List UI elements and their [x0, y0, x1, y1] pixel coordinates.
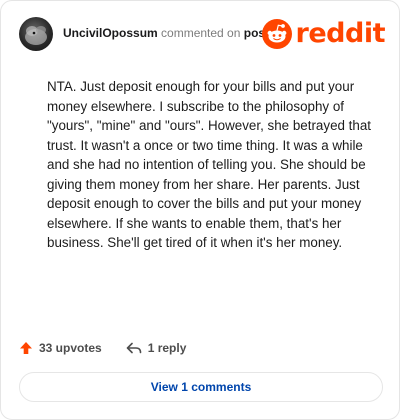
reply-arrow-icon — [126, 342, 142, 354]
reddit-snoo-icon — [261, 19, 292, 49]
upvote-arrow-icon — [20, 342, 32, 354]
reddit-wordmark: reddit — [295, 18, 386, 49]
comment-header: UncivilOpossum commented on post reddit — [19, 17, 386, 51]
reddit-logo[interactable]: reddit — [261, 18, 386, 49]
upvote-button[interactable]: 33 upvotes — [19, 341, 102, 355]
view-comments-button[interactable]: View 1 comments — [19, 372, 383, 402]
commented-on-text: commented on — [161, 26, 241, 40]
reply-button[interactable]: 1 reply — [126, 341, 187, 355]
upvote-count: 33 upvotes — [39, 341, 102, 355]
comment-body: NTA. Just deposit enough for your bills … — [47, 79, 372, 250]
avatar-image-icon — [25, 26, 47, 45]
comment-meta: UncivilOpossum commented on post — [63, 25, 269, 41]
reply-count: 1 reply — [147, 341, 187, 355]
comment-actions: 33 upvotes 1 reply — [19, 337, 186, 359]
user-avatar[interactable] — [19, 17, 53, 51]
username-link[interactable]: UncivilOpossum — [63, 26, 158, 40]
comment-card: UncivilOpossum commented on post reddit … — [0, 0, 400, 420]
